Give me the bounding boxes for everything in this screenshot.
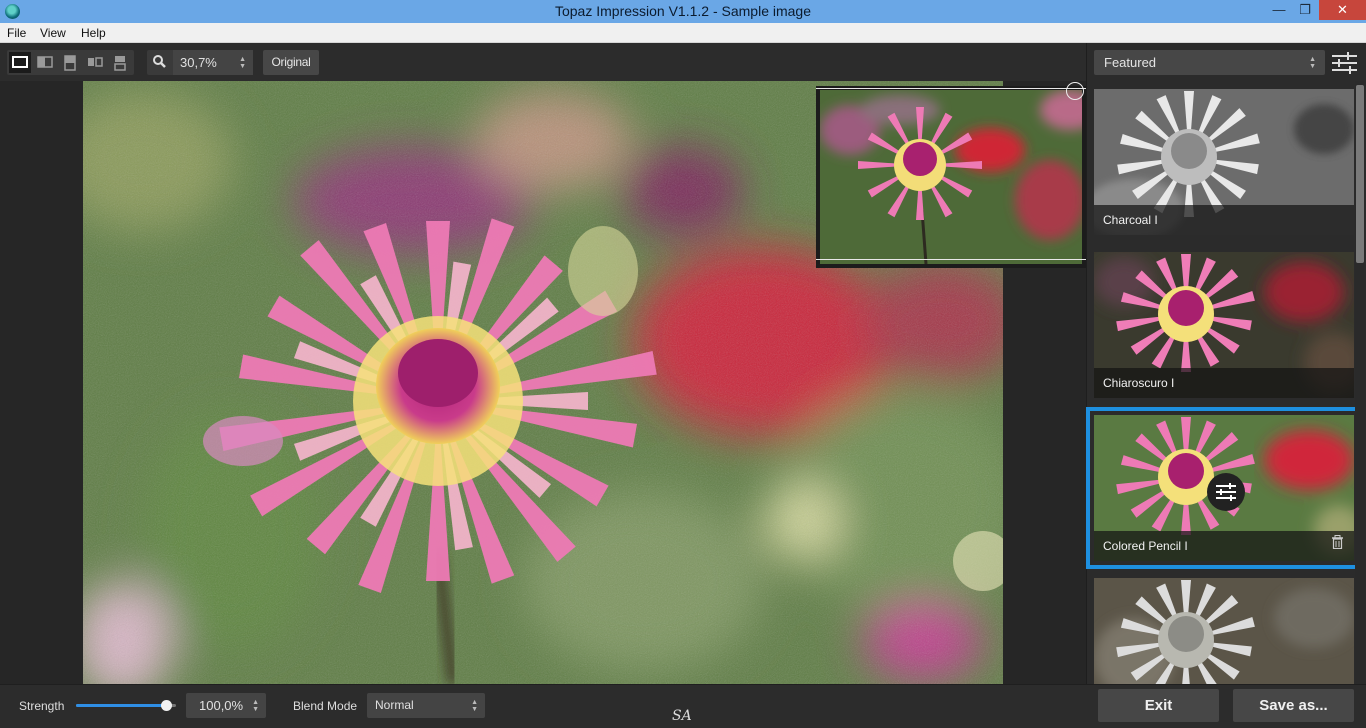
window-title: Topaz Impression V1.1.2 - Sample image [554, 3, 811, 19]
stacked-button[interactable] [109, 52, 131, 73]
single-view-button[interactable] [9, 52, 31, 73]
magnifier-icon [153, 55, 166, 68]
app-window: Topaz Impression V1.1.2 - Sample image —… [0, 0, 1366, 728]
signature: SA [672, 708, 692, 724]
menu-view[interactable]: View [40, 26, 66, 40]
category-select[interactable]: Featured ▲ ▼ [1094, 50, 1325, 75]
stacked-icon [114, 56, 126, 71]
preset-card-colored-pencil[interactable]: Colored Pencil I [1086, 407, 1356, 569]
sliders-icon [1216, 483, 1236, 501]
exit-button[interactable]: Exit [1098, 689, 1219, 722]
title-bar: Topaz Impression V1.1.2 - Sample image —… [0, 0, 1366, 23]
preset-list: Charcoal I Chiaroscuro I Colored Pencil … [1086, 81, 1356, 684]
preset-label: Colored Pencil I [1103, 539, 1188, 553]
menu-help[interactable]: Help [81, 26, 106, 40]
chevron-updown-icon: ▲ ▼ [1309, 56, 1316, 70]
minimize-button[interactable]: — [1266, 0, 1292, 20]
close-button[interactable]: ✕ [1319, 0, 1366, 20]
strength-slider-fill [76, 704, 166, 707]
strength-slider-handle[interactable] [160, 700, 172, 711]
strength-label: Strength [19, 699, 65, 713]
trash-icon [1332, 535, 1343, 550]
preset-adjust-button[interactable] [1207, 473, 1245, 511]
navigator-preview[interactable] [816, 86, 1086, 268]
blend-mode-value: Normal [375, 698, 414, 712]
preset-card-4[interactable] [1094, 578, 1354, 684]
strength-value: 100,0% [199, 698, 244, 713]
split-vertical-icon [37, 56, 53, 68]
preset-label: Chiaroscuro I [1103, 376, 1175, 390]
sliders-icon [1332, 52, 1357, 74]
navigator-thumbnail [820, 90, 1082, 264]
preset-thumbnail [1094, 578, 1354, 684]
view-mode-group [7, 50, 134, 75]
original-button[interactable]: Original [263, 50, 319, 75]
zoom-value: 30,7% [180, 55, 217, 70]
menu-bar: File View Help [0, 23, 1366, 43]
strength-spinner-icon[interactable]: ▲ ▼ [252, 699, 259, 713]
delete-preset-button[interactable] [1331, 535, 1344, 554]
preset-card-charcoal[interactable]: Charcoal I [1094, 89, 1354, 235]
menu-file[interactable]: File [7, 26, 26, 40]
split-horizontal-button[interactable] [59, 52, 81, 73]
adjustments-toggle-button[interactable] [1331, 51, 1358, 75]
navigator-frame-top [816, 88, 1086, 89]
split-horizontal-icon [64, 55, 76, 71]
preset-card-chiaroscuro[interactable]: Chiaroscuro I [1094, 252, 1354, 398]
presets-scroll-thumb[interactable] [1356, 85, 1364, 263]
preset-label: Charcoal I [1103, 213, 1158, 227]
navigator-handle[interactable] [1066, 82, 1084, 100]
blend-mode-label: Blend Mode [293, 699, 358, 713]
navigator-frame-bottom [816, 259, 1086, 260]
chevron-updown-icon: ▲ ▼ [471, 699, 478, 713]
side-by-side-button[interactable] [84, 52, 106, 73]
side-by-side-icon [88, 57, 103, 67]
zoom-spinner-icon[interactable]: ▲ ▼ [239, 56, 246, 70]
maximize-button[interactable]: ❐ [1292, 0, 1318, 20]
split-vertical-button[interactable] [34, 52, 56, 73]
blend-mode-select[interactable]: Normal ▲ ▼ [367, 693, 485, 718]
zoom-button[interactable] [147, 50, 172, 75]
category-value: Featured [1104, 55, 1157, 70]
single-view-icon [12, 56, 28, 68]
save-as-button[interactable]: Save as... [1233, 689, 1354, 722]
zoom-input[interactable]: 30,7% ▲ ▼ [173, 50, 253, 75]
strength-input[interactable]: 100,0% ▲ ▼ [186, 693, 266, 718]
zoom-control: 30,7% ▲ ▼ [147, 50, 253, 75]
